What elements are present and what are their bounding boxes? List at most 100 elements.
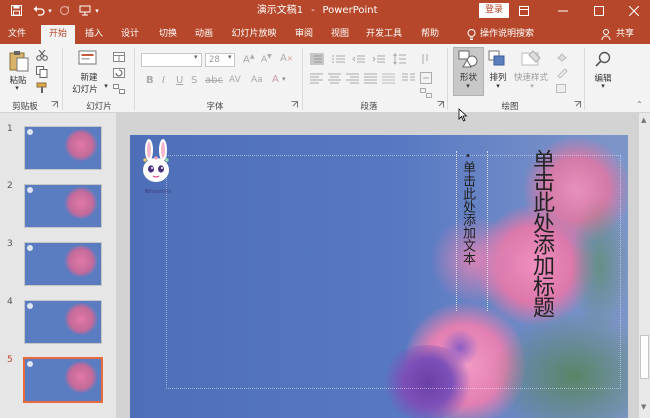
slide-editing-area: Whitehills 单击此处添加标题 • 单击此处添加文本 [116, 113, 639, 418]
maximize-icon[interactable] [589, 0, 609, 22]
strikethrough-icon[interactable]: abc [205, 75, 223, 86]
font-launcher-icon[interactable] [291, 101, 298, 111]
font-color-dropdown-icon[interactable]: ▾ [282, 75, 286, 83]
ribbon-display-options-icon[interactable] [516, 0, 532, 22]
line-spacing-icon[interactable] [393, 53, 407, 68]
arrange-dropdown-icon[interactable]: ▾ [493, 82, 503, 90]
tab-transitions[interactable]: 切换 [154, 25, 182, 44]
paragraph-launcher-icon[interactable] [437, 101, 444, 111]
clipboard-launcher-icon[interactable] [51, 101, 58, 111]
distributed-icon[interactable] [382, 72, 396, 87]
separator [447, 48, 448, 110]
align-text-icon[interactable] [420, 72, 432, 87]
align-center-icon[interactable] [328, 72, 342, 87]
content-placeholder[interactable]: • 单击此处添加文本 [456, 151, 488, 311]
decrease-font-size-icon[interactable]: A▼ [261, 53, 272, 65]
login-button[interactable]: 登录 [479, 3, 509, 18]
title-placeholder[interactable]: 单击此处添加标题 [527, 149, 555, 349]
section-icon[interactable] [113, 84, 125, 97]
undo-dropdown-icon[interactable]: ▾ [46, 0, 54, 22]
drawing-launcher-icon[interactable] [574, 101, 581, 111]
scrollbar-thumb[interactable] [640, 335, 649, 379]
text-direction-icon[interactable] [420, 53, 432, 68]
bullets-icon[interactable] [310, 53, 324, 68]
increase-font-size-icon[interactable]: A▲ [243, 53, 254, 65]
minimize-icon[interactable] [553, 0, 573, 22]
change-case-icon[interactable]: Aa [251, 75, 263, 85]
new-slide-dropdown-icon[interactable]: ▾ [102, 82, 110, 90]
font-name-select[interactable] [141, 53, 202, 67]
character-spacing-icon[interactable]: AV [229, 75, 241, 85]
font-color-icon[interactable]: A [272, 74, 279, 85]
undo-icon[interactable] [32, 0, 46, 22]
cut-icon[interactable] [36, 49, 48, 64]
slide-thumbnail-3[interactable] [24, 242, 102, 286]
slide-thumbnail-2[interactable] [24, 184, 102, 228]
tell-me-search[interactable]: 操作说明搜索 [478, 25, 536, 44]
share-button[interactable]: 共享 [613, 25, 637, 44]
thumbnail-number: 3 [7, 239, 13, 249]
increase-indent-icon[interactable] [372, 53, 386, 68]
font-size-dropdown-icon[interactable]: ▾ [228, 53, 232, 61]
save-icon[interactable] [8, 0, 24, 22]
underline-icon[interactable]: U [176, 75, 183, 86]
justify-icon[interactable] [364, 72, 378, 87]
thumbnail-number: 5 [7, 355, 13, 365]
slide-thumbnail-5[interactable] [23, 357, 103, 403]
italic-icon[interactable]: I [162, 75, 165, 86]
quick-styles-icon[interactable] [521, 50, 541, 71]
ribbon-tabs: 文件 开始 插入 设计 切换 动画 幻灯片放映 审阅 视图 开发工具 帮助 操作… [0, 22, 650, 44]
bold-icon[interactable]: B [146, 75, 154, 86]
shapes-dropdown-icon[interactable]: ▾ [463, 82, 473, 90]
slide-thumbnail-4[interactable] [24, 300, 102, 344]
mouse-cursor-icon [458, 108, 468, 125]
font-name-dropdown-icon[interactable]: ▾ [194, 53, 198, 61]
clear-formatting-icon[interactable]: A✕ [280, 53, 293, 64]
tab-developer[interactable]: 开发工具 [362, 25, 406, 44]
shape-fill-icon[interactable] [556, 52, 568, 65]
customize-toolbar-icon[interactable]: ▾ [93, 0, 101, 22]
app-name: PowerPoint [322, 5, 378, 16]
layout-icon[interactable] [113, 52, 125, 65]
tab-design[interactable]: 设计 [116, 25, 144, 44]
start-from-beginning-icon[interactable] [78, 0, 92, 22]
shape-effects-icon[interactable] [556, 84, 568, 97]
thumbnail-number: 1 [7, 124, 13, 134]
tab-slideshow[interactable]: 幻灯片放映 [228, 25, 280, 44]
arrange-icon[interactable] [488, 50, 508, 71]
copy-icon[interactable] [36, 66, 48, 81]
tab-home[interactable]: 开始 [41, 25, 75, 44]
vertical-scrollbar[interactable]: ▲ ▼ [639, 113, 650, 418]
editing-search-icon[interactable] [595, 51, 611, 70]
format-painter-icon[interactable] [36, 82, 48, 97]
slide-thumbnail-1[interactable] [24, 126, 102, 170]
tab-insert[interactable]: 插入 [80, 25, 108, 44]
tab-review[interactable]: 审阅 [290, 25, 318, 44]
redo-icon[interactable] [58, 0, 70, 22]
align-left-icon[interactable] [310, 72, 324, 87]
title-separator: - [311, 5, 315, 16]
shadow-icon[interactable]: S [191, 75, 197, 86]
reset-icon[interactable] [113, 68, 125, 81]
scroll-down-icon[interactable]: ▼ [641, 403, 646, 411]
scroll-up-icon[interactable]: ▲ [641, 116, 646, 124]
columns-icon[interactable] [402, 72, 416, 87]
shape-outline-icon[interactable] [556, 68, 568, 81]
current-slide[interactable]: Whitehills 单击此处添加标题 • 单击此处添加文本 [130, 135, 628, 418]
align-right-icon[interactable] [346, 72, 360, 87]
paste-dropdown-icon[interactable]: ▾ [12, 84, 22, 92]
collapse-ribbon-icon[interactable]: ⌃ [636, 100, 643, 109]
tab-animations[interactable]: 动画 [190, 25, 218, 44]
font-group-label: 字体 [206, 102, 224, 112]
paste-icon[interactable] [9, 50, 29, 75]
tab-file[interactable]: 文件 [4, 25, 30, 44]
tab-view[interactable]: 视图 [326, 25, 354, 44]
editing-dropdown-icon[interactable]: ▾ [598, 82, 608, 90]
tab-help[interactable]: 帮助 [416, 25, 444, 44]
close-icon[interactable] [624, 0, 644, 22]
new-slide-icon[interactable] [78, 50, 100, 71]
quick-styles-dropdown-icon[interactable]: ▾ [527, 82, 537, 90]
decrease-indent-icon[interactable] [352, 53, 366, 68]
document-title: 演示文稿1 [256, 5, 304, 16]
numbering-icon[interactable] [332, 53, 346, 68]
